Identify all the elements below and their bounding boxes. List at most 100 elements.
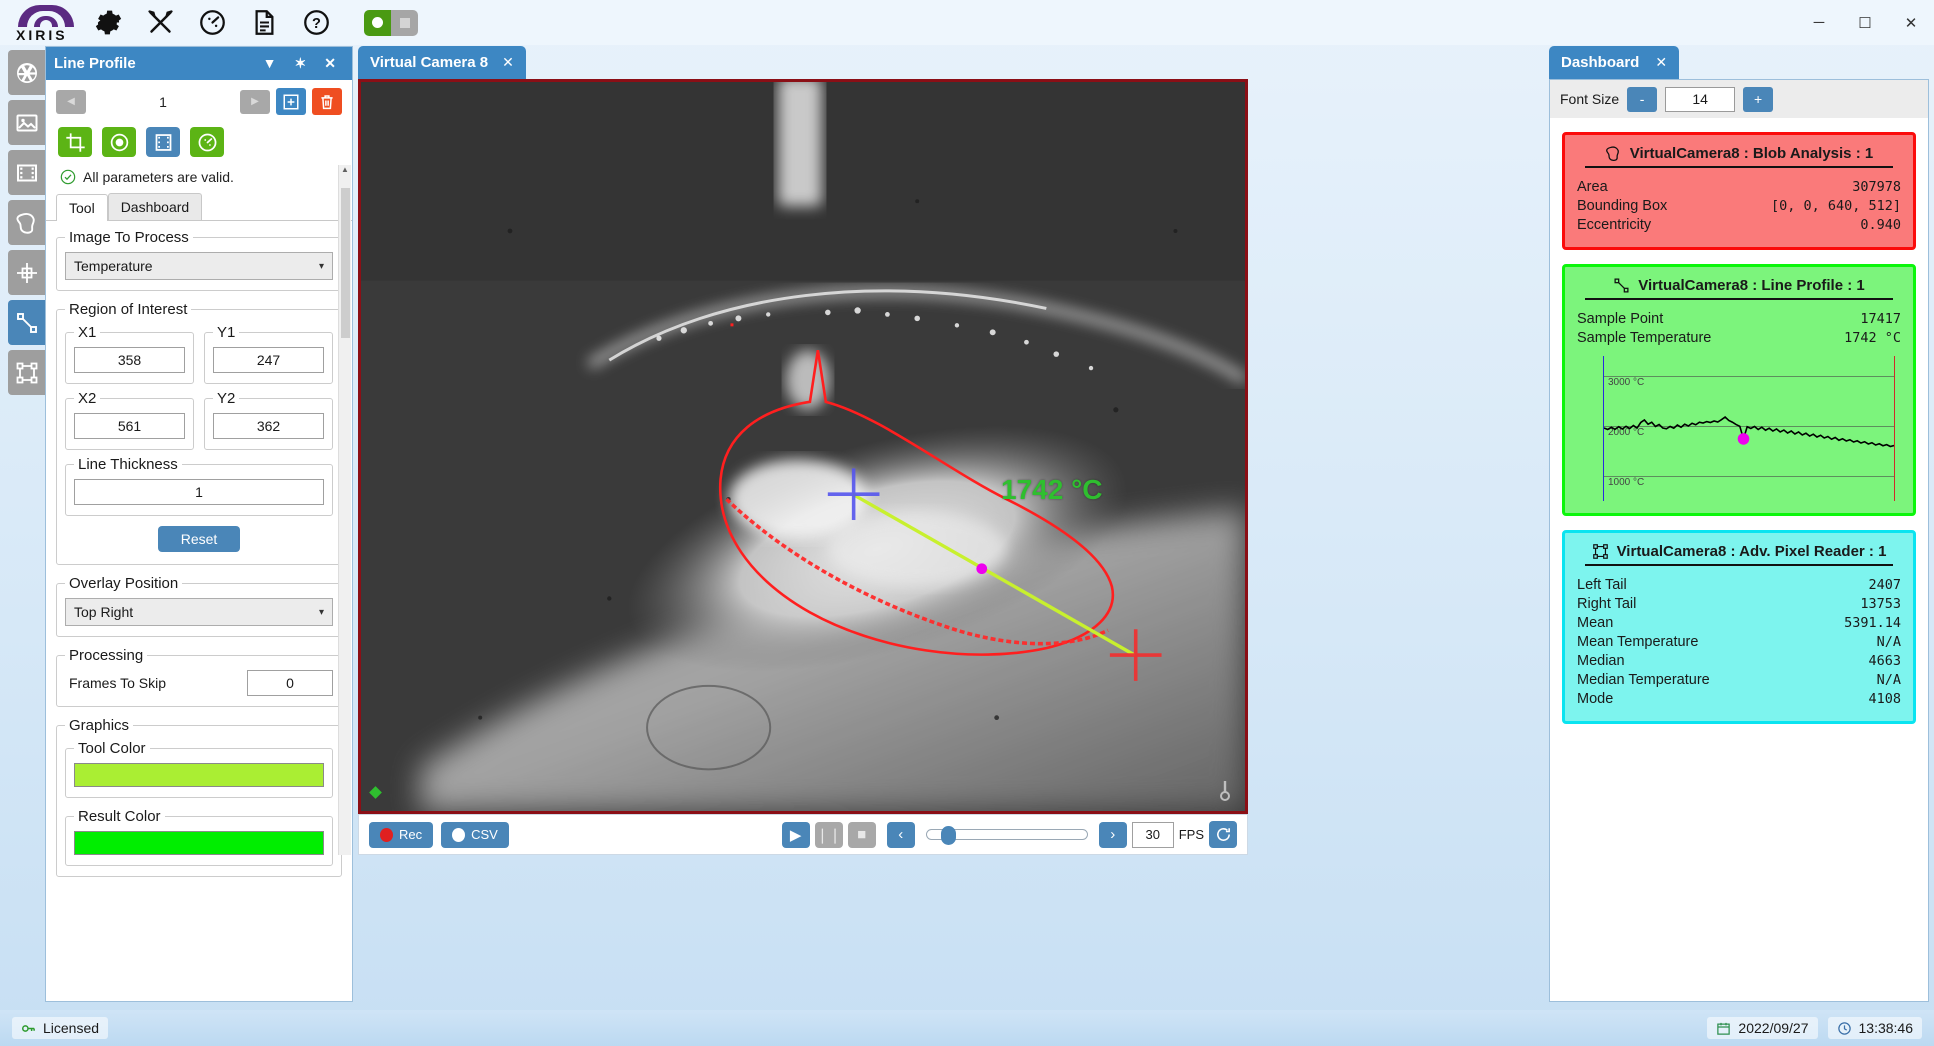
prev-instance-button[interactable]: ◀ bbox=[56, 90, 86, 114]
row-key: Median Temperature bbox=[1577, 671, 1710, 690]
csv-button[interactable]: CSV bbox=[441, 822, 509, 848]
chart-plot bbox=[1604, 356, 1894, 501]
dashboard-tab-close-icon[interactable]: ✕ bbox=[1655, 54, 1667, 71]
tool-color-swatch[interactable] bbox=[74, 763, 324, 787]
rail-item-film[interactable] bbox=[8, 150, 45, 195]
step-forward-button[interactable]: › bbox=[1099, 822, 1127, 848]
gauge-icon[interactable] bbox=[190, 127, 224, 157]
pixel-reader-icon bbox=[1592, 543, 1609, 560]
y1-input[interactable]: 247 bbox=[213, 347, 324, 373]
fps-slider[interactable] bbox=[926, 829, 1088, 840]
panel-collapse-icon[interactable]: ▼ bbox=[263, 55, 277, 72]
minimize-button[interactable]: ─ bbox=[1796, 0, 1842, 45]
key-icon bbox=[21, 1021, 36, 1036]
processing-label: Processing bbox=[65, 647, 147, 664]
stop-button[interactable]: ■ bbox=[848, 822, 876, 848]
x2-input[interactable]: 561 bbox=[74, 413, 185, 439]
record-label: Rec bbox=[399, 827, 422, 842]
rail-item-pixel-reader[interactable] bbox=[8, 350, 45, 395]
x1-input[interactable]: 358 bbox=[74, 347, 185, 373]
panel-scrollbar[interactable]: ▲ bbox=[338, 165, 351, 855]
crop-icon[interactable] bbox=[58, 127, 92, 157]
card-line-profile[interactable]: VirtualCamera8 : Line Profile : 1 Sample… bbox=[1562, 264, 1916, 516]
frames-to-skip-label: Frames To Skip bbox=[65, 675, 166, 691]
data-row: Mean TemperatureN/A bbox=[1577, 633, 1901, 652]
panel-close-icon[interactable]: ✕ bbox=[324, 55, 336, 72]
tab-dashboard[interactable]: Dashboard bbox=[108, 193, 203, 220]
scroll-up-arrow[interactable]: ▲ bbox=[339, 165, 351, 174]
play-button[interactable]: ▶ bbox=[782, 822, 810, 848]
image-to-process-select[interactable]: Temperature ▾ bbox=[65, 252, 333, 280]
tab-virtual-camera-8[interactable]: Virtual Camera 8 ✕ bbox=[358, 46, 526, 79]
run-stop-toggle[interactable] bbox=[364, 10, 418, 36]
panel-pin-icon[interactable]: ✶ bbox=[295, 55, 307, 72]
row-key: Bounding Box bbox=[1577, 197, 1667, 216]
row-key: Area bbox=[1577, 178, 1608, 197]
data-row: Median 4663 bbox=[1577, 652, 1901, 671]
rail-item-aperture[interactable] bbox=[8, 50, 45, 95]
region-of-interest-label: Region of Interest bbox=[65, 301, 191, 318]
line-thickness-input[interactable]: 1 bbox=[74, 479, 324, 505]
graphics-group: Graphics Tool Color Result Color bbox=[56, 717, 342, 877]
run-toggle-on[interactable] bbox=[364, 10, 391, 36]
panel-title: Line Profile bbox=[54, 55, 136, 72]
settings-gear-icon[interactable] bbox=[82, 2, 134, 44]
eye-icon[interactable] bbox=[102, 127, 136, 157]
step-back-button[interactable]: ‹ bbox=[887, 822, 915, 848]
csv-dot-icon bbox=[452, 828, 465, 842]
row-value: 4663 bbox=[1868, 652, 1901, 671]
add-instance-button[interactable] bbox=[276, 88, 306, 115]
tools-icon[interactable] bbox=[134, 2, 186, 44]
tab-tool[interactable]: Tool bbox=[56, 194, 108, 221]
processing-group: Processing Frames To Skip 0 bbox=[56, 647, 342, 707]
next-instance-button[interactable]: ▶ bbox=[240, 90, 270, 114]
window-controls: ─ ☐ ✕ bbox=[1796, 0, 1934, 45]
font-size-input[interactable]: 14 bbox=[1665, 87, 1735, 112]
delete-instance-button[interactable] bbox=[312, 88, 342, 115]
panel-tabs: Tool Dashboard bbox=[46, 189, 352, 221]
image-to-process-value: Temperature bbox=[74, 258, 153, 274]
license-text: Licensed bbox=[43, 1020, 99, 1036]
rail-item-image[interactable] bbox=[8, 100, 45, 145]
row-key: Sample Temperature bbox=[1577, 329, 1711, 348]
line-thickness-label: Line Thickness bbox=[74, 456, 182, 473]
maximize-button[interactable]: ☐ bbox=[1842, 0, 1888, 45]
rail-item-crosshair[interactable] bbox=[8, 250, 45, 295]
reload-icon[interactable] bbox=[1209, 821, 1237, 848]
card-blob-analysis[interactable]: VirtualCamera8 : Blob Analysis : 1 Area … bbox=[1562, 132, 1916, 250]
fps-input[interactable]: 30 bbox=[1132, 822, 1174, 848]
font-size-increase-button[interactable]: + bbox=[1743, 87, 1773, 112]
card-adv-pixel-reader[interactable]: VirtualCamera8 : Adv. Pixel Reader : 1 L… bbox=[1562, 530, 1916, 724]
row-key: Median bbox=[1577, 652, 1625, 671]
document-icon[interactable] bbox=[238, 2, 290, 44]
help-icon[interactable]: ? bbox=[290, 2, 342, 44]
rail-item-line-profile[interactable] bbox=[8, 300, 45, 345]
font-size-decrease-button[interactable]: - bbox=[1627, 87, 1657, 112]
data-row: Sample Point 17417 bbox=[1577, 310, 1901, 329]
pause-button[interactable]: ❘❘ bbox=[815, 822, 843, 848]
fps-slider-knob[interactable] bbox=[941, 826, 956, 845]
rail-item-blob[interactable] bbox=[8, 200, 45, 245]
tab-dashboard[interactable]: Dashboard ✕ bbox=[1549, 46, 1679, 79]
gauge-icon[interactable] bbox=[186, 2, 238, 44]
run-toggle-off[interactable] bbox=[391, 10, 418, 36]
chevron-down-icon: ▾ bbox=[319, 607, 324, 618]
record-button[interactable]: Rec bbox=[369, 822, 433, 848]
result-color-swatch[interactable] bbox=[74, 831, 324, 855]
time-indicator: 13:38:46 bbox=[1828, 1017, 1923, 1039]
overlay-position-select[interactable]: Top Right ▾ bbox=[65, 598, 333, 626]
row-value: 307978 bbox=[1852, 178, 1901, 197]
title-bar: XIRIS ? ─ ☐ ✕ bbox=[0, 0, 1934, 45]
close-button[interactable]: ✕ bbox=[1888, 0, 1934, 45]
frames-to-skip-input[interactable]: 0 bbox=[247, 670, 333, 696]
camera-tab-close-icon[interactable]: ✕ bbox=[502, 54, 514, 71]
data-row: Mean5391.14 bbox=[1577, 614, 1901, 633]
temperature-overlay-label: 1742 °C bbox=[1001, 474, 1103, 506]
scroll-thumb[interactable] bbox=[341, 188, 350, 338]
reset-button[interactable]: Reset bbox=[158, 526, 240, 552]
film-icon[interactable] bbox=[146, 127, 180, 157]
camera-image-container[interactable]: 1742 °C bbox=[358, 79, 1248, 814]
dashboard-panel: Dashboard ✕ Font Size - 14 + VirtualCame… bbox=[1549, 46, 1929, 1002]
y2-input[interactable]: 362 bbox=[213, 413, 324, 439]
blob-icon bbox=[1605, 145, 1622, 162]
